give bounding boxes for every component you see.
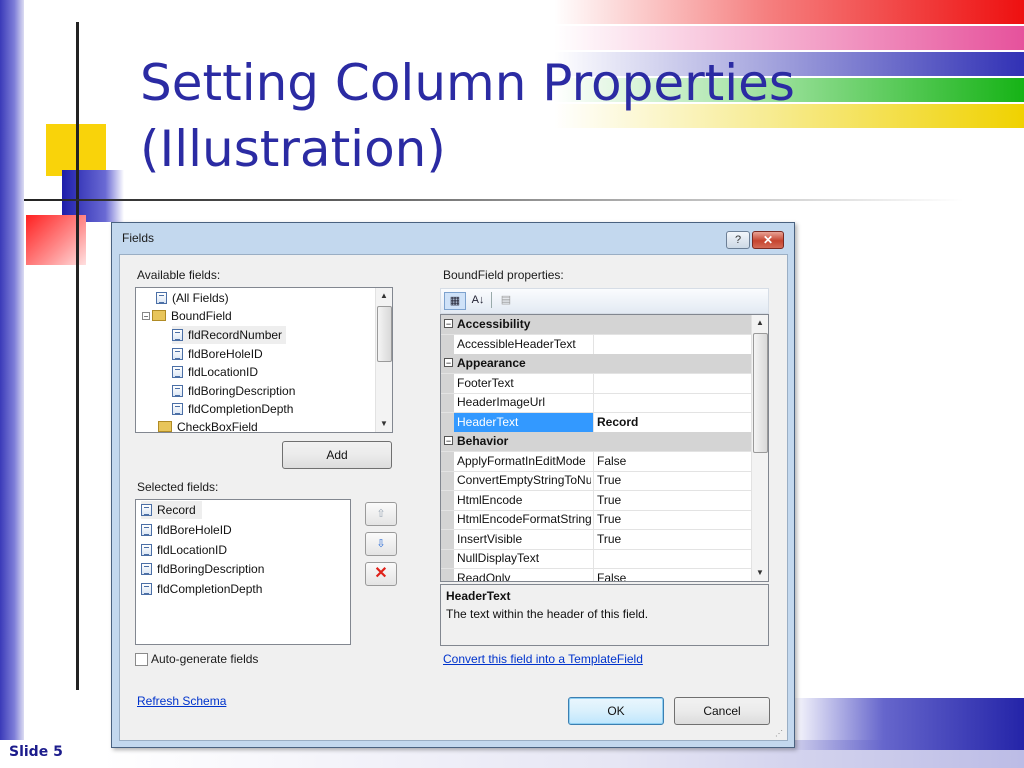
selected-field-fldcompletiondepth[interactable]: fldCompletionDepth	[141, 580, 262, 598]
property-row[interactable]: ApplyFormatInEditMode False	[441, 452, 751, 472]
help-button[interactable]: ?	[726, 231, 750, 249]
pink-stripe	[554, 26, 1024, 50]
available-fields-label: Available fields:	[137, 268, 221, 282]
selected-field-fldboreholeid[interactable]: fldBoreHoleID	[141, 521, 232, 539]
property-row[interactable]: FooterText	[441, 374, 751, 394]
field-icon	[172, 385, 183, 397]
property-row[interactable]: ReadOnly False	[441, 569, 751, 581]
field-icon	[141, 504, 152, 516]
delete-field-button[interactable]: ✕	[365, 562, 397, 586]
field-icon	[172, 366, 183, 378]
collapse-icon[interactable]: −	[444, 436, 453, 446]
property-description-panel: HeaderText The text within the header of…	[440, 584, 769, 646]
selected-field-record[interactable]: Record	[141, 501, 202, 519]
move-down-button[interactable]: ⇩	[365, 532, 397, 556]
auto-generate-checkbox[interactable]	[135, 653, 148, 666]
property-row-selected[interactable]: HeaderText Record	[441, 413, 751, 433]
cancel-button[interactable]: Cancel	[674, 697, 770, 725]
tree-item-checkboxfield[interactable]: CheckBoxField	[158, 418, 258, 432]
property-row[interactable]: InsertVisible True	[441, 530, 751, 550]
property-row[interactable]: AccessibleHeaderText	[441, 335, 751, 355]
field-icon	[156, 292, 167, 304]
dialog-title: Fields	[122, 231, 155, 245]
field-icon	[141, 544, 152, 556]
field-icon	[141, 583, 152, 595]
field-icon	[172, 403, 183, 415]
fields-dialog: Fields ? ✕ Available fields: (All Fields…	[111, 222, 795, 748]
scroll-down-icon[interactable]: ▼	[376, 416, 392, 432]
convert-templatefield-link[interactable]: Convert this field into a TemplateField	[443, 652, 643, 666]
category-accessibility[interactable]: − Accessibility	[441, 315, 751, 335]
slide-title-line2: (Illustration)	[140, 120, 446, 178]
slide-title: Setting Column Properties (Illustration)	[140, 50, 900, 182]
category-behavior[interactable]: − Behavior	[441, 432, 751, 452]
folder-icon	[152, 310, 166, 321]
tree-item-fldboreholeid[interactable]: fldBoreHoleID	[172, 345, 263, 363]
property-row[interactable]: HtmlEncodeFormatString True	[441, 510, 751, 530]
scroll-up-icon[interactable]: ▲	[752, 315, 768, 331]
slide-number: Slide 5	[9, 744, 63, 760]
properties-toolbar: ▦ A↓ ▤	[440, 288, 769, 314]
bottom-right-band	[790, 698, 1024, 750]
add-button[interactable]: Add	[282, 441, 392, 469]
property-row[interactable]: HtmlEncode True	[441, 491, 751, 511]
tree-item-fldlocationid[interactable]: fldLocationID	[172, 363, 258, 381]
tree-item-boundfield[interactable]: − BoundField	[142, 307, 232, 325]
selected-fields-list[interactable]: Record fldBoreHoleID fldLocationID fldBo…	[135, 499, 351, 645]
available-fields-tree[interactable]: (All Fields) − BoundField fldRecordNumber…	[135, 287, 393, 433]
delete-x-icon: ✕	[374, 565, 388, 582]
vertical-rule	[76, 22, 79, 690]
collapse-icon[interactable]: −	[444, 358, 453, 368]
folder-icon	[158, 421, 172, 432]
move-up-button[interactable]: ⇧	[365, 502, 397, 526]
property-grid-scrollbar[interactable]: ▲ ▼	[751, 315, 768, 581]
refresh-schema-link[interactable]: Refresh Schema	[137, 694, 226, 708]
collapse-icon[interactable]: −	[444, 319, 453, 329]
collapse-icon[interactable]: −	[142, 312, 150, 321]
description-title: HeaderText	[446, 589, 511, 603]
selected-field-fldboringdescription[interactable]: fldBoringDescription	[141, 560, 264, 578]
field-icon	[141, 563, 152, 575]
categorized-icon[interactable]: ▦	[444, 292, 466, 310]
property-row[interactable]: HeaderImageUrl	[441, 393, 751, 413]
description-text: The text within the header of this field…	[446, 607, 649, 621]
arrow-down-icon: ⇩	[376, 538, 386, 550]
tree-item-all-fields[interactable]: (All Fields)	[156, 289, 229, 307]
scroll-down-icon[interactable]: ▼	[752, 565, 768, 581]
property-pages-icon[interactable]: ▤	[497, 292, 515, 308]
scroll-up-icon[interactable]: ▲	[376, 288, 392, 304]
properties-label: BoundField properties:	[443, 268, 564, 282]
close-button[interactable]: ✕	[752, 231, 784, 249]
property-row[interactable]: NullDisplayText	[441, 549, 751, 569]
property-row[interactable]: ConvertEmptyStringToNull True	[441, 471, 751, 491]
available-fields-scrollbar[interactable]: ▲ ▼	[375, 288, 392, 432]
selected-field-fldlocationid[interactable]: fldLocationID	[141, 541, 227, 559]
dialog-client-area: Available fields: (All Fields) − BoundFie…	[119, 254, 788, 741]
alphabetical-sort-icon[interactable]: A↓	[468, 292, 488, 308]
selected-fields-label: Selected fields:	[137, 480, 219, 494]
scroll-thumb[interactable]	[377, 306, 392, 362]
resize-grip-icon[interactable]: ⋰	[775, 729, 783, 738]
toolbar-separator	[491, 292, 492, 308]
ok-button[interactable]: OK	[568, 697, 664, 725]
horizontal-rule	[24, 199, 964, 201]
tree-item-fldcompletiondepth[interactable]: fldCompletionDepth	[172, 400, 293, 418]
property-grid[interactable]: − Accessibility AccessibleHeaderText − App…	[440, 314, 769, 582]
category-appearance[interactable]: − Appearance	[441, 354, 751, 374]
left-accent-bar	[0, 0, 24, 768]
field-icon	[172, 348, 183, 360]
auto-generate-label: Auto-generate fields	[151, 652, 259, 666]
tree-item-fldrecordnumber[interactable]: fldRecordNumber	[172, 326, 287, 344]
slide-title-line1: Setting Column Properties	[140, 54, 795, 112]
scroll-thumb[interactable]	[753, 333, 768, 453]
red-stripe	[554, 0, 1024, 24]
arrow-up-icon: ⇧	[376, 508, 386, 520]
field-icon	[172, 329, 183, 341]
tree-item-fldboringdescription[interactable]: fldBoringDescription	[172, 382, 295, 400]
field-icon	[141, 524, 152, 536]
